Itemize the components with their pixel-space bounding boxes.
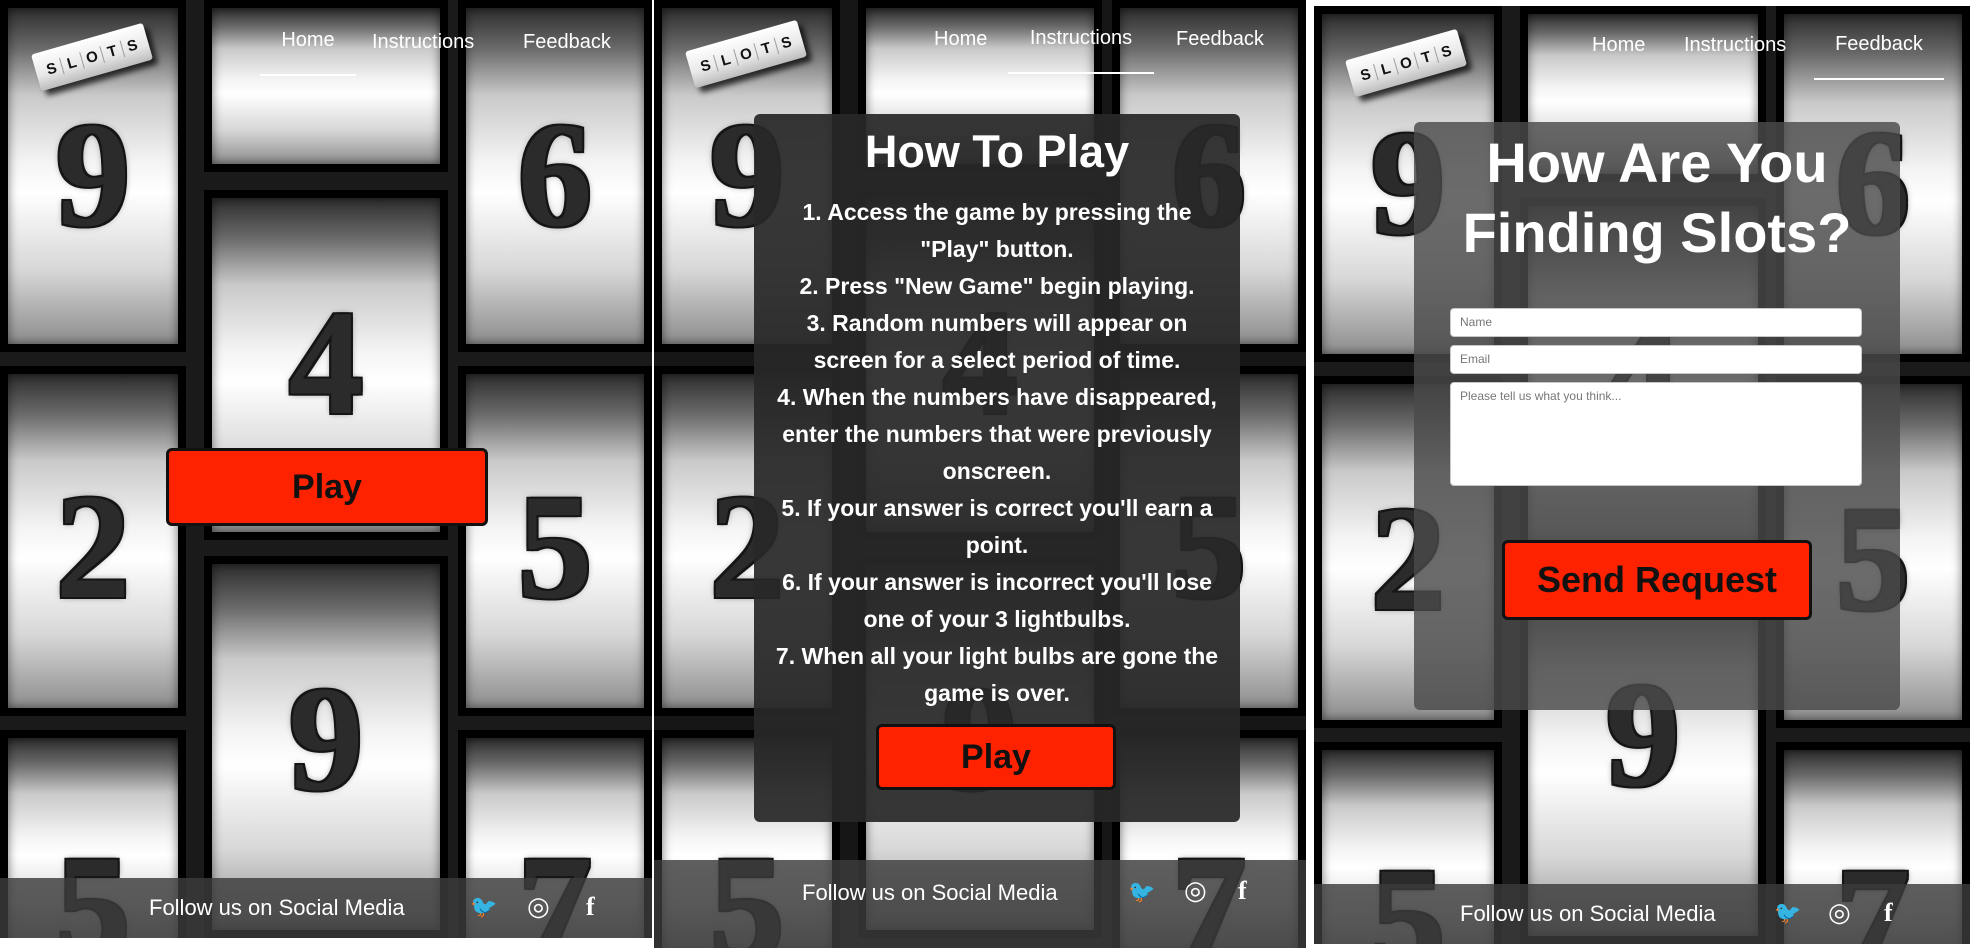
footer-follow-text: Follow us on Social Media [802,880,1058,905]
nav-feedback[interactable]: Feedback [523,31,611,76]
nav-instructions[interactable]: Instructions [372,31,474,76]
footer: Follow us on Social Media 🐦 ◎ f [1314,884,1970,944]
twitter-icon[interactable]: 🐦 [470,894,497,920]
play-button[interactable]: Play [166,448,488,526]
facebook-icon[interactable]: f [586,892,595,922]
instruction-step: 6. If your answer is incorrect you'll lo… [782,569,1212,632]
send-request-button[interactable]: Send Request [1502,540,1812,620]
twitter-icon[interactable]: 🐦 [1774,900,1801,926]
twitter-icon[interactable]: 🐦 [1128,879,1155,905]
footer: Follow us on Social Media 🐦 ◎ f [654,860,1306,948]
how-to-play-title: How To Play [864,126,1130,177]
instructions-panel: 9 6 4 2 5 9 5 7 S L O T S Home Instructi… [654,0,1306,948]
how-to-play-card: How To Play 1. Access the game by pressi… [754,114,1240,822]
footer: Follow us on Social Media 🐦 ◎ f [0,878,652,938]
email-field[interactable]: Email [1450,345,1862,374]
slot-digit: 5 [517,464,593,630]
nav-instructions[interactable]: Instructions [1684,34,1786,79]
nav-home[interactable]: Home [1592,34,1645,79]
nav-feedback[interactable]: Feedback [1176,28,1264,73]
slot-digit: 9 [55,92,131,258]
logo-letter: S [779,32,794,52]
slot-digit: 9 [288,656,364,822]
nav-feedback[interactable]: Feedback [1814,33,1944,80]
instruction-step: 4. When the numbers have disappeared, en… [777,384,1217,484]
home-panel: 9 6 4 2 5 9 5 7 S L O T S Home Instructi… [0,0,652,938]
slot-digit: 2 [55,464,131,630]
slot-tile [204,0,448,172]
slot-digit: 6 [517,92,593,258]
instruction-step: 3. Random numbers will appear on screen … [806,310,1188,373]
name-field[interactable]: Name [1450,308,1862,337]
instagram-icon[interactable]: ◎ [1828,897,1851,928]
logo-letter: S [1439,41,1454,61]
nav-instructions[interactable]: Instructions [1008,27,1154,74]
feedback-title-line: How Are You [1486,131,1828,194]
feedback-title-line: Finding Slots? [1462,201,1852,264]
facebook-icon[interactable]: f [1884,898,1893,928]
logo-letter: S [125,35,140,55]
footer-follow-text: Follow us on Social Media [149,895,405,920]
play-button[interactable]: Play [876,724,1116,790]
feedback-card: How Are You Finding Slots? Name Email Pl… [1414,122,1900,710]
instruction-step: 2. Press "New Game" begin playing. [799,273,1195,299]
slot-digit: 4 [288,280,364,446]
facebook-icon[interactable]: f [1238,876,1247,906]
instagram-icon[interactable]: ◎ [1184,875,1207,906]
instagram-icon[interactable]: ◎ [527,891,550,922]
nav-home[interactable]: Home [934,28,987,73]
slot-tile: 5 [458,366,652,716]
feedback-panel: 9 6 4 2 5 9 5 7 S L O T S Home Instructi… [1314,6,1970,944]
instruction-step: 5. If your answer is correct you'll earn… [781,495,1213,558]
slot-tile: 2 [0,366,186,716]
footer-follow-text: Follow us on Social Media [1460,901,1716,926]
instruction-step: 7. When all your light bulbs are gone th… [775,643,1219,706]
instruction-step: 1. Access the game by pressing the "Play… [802,199,1192,262]
instruction-steps: 1. Access the game by pressing the "Play… [772,194,1222,712]
nav-home[interactable]: Home [260,29,356,76]
message-textarea[interactable]: Please tell us what you think... [1450,382,1862,486]
feedback-title: How Are You Finding Slots? [1414,128,1900,268]
